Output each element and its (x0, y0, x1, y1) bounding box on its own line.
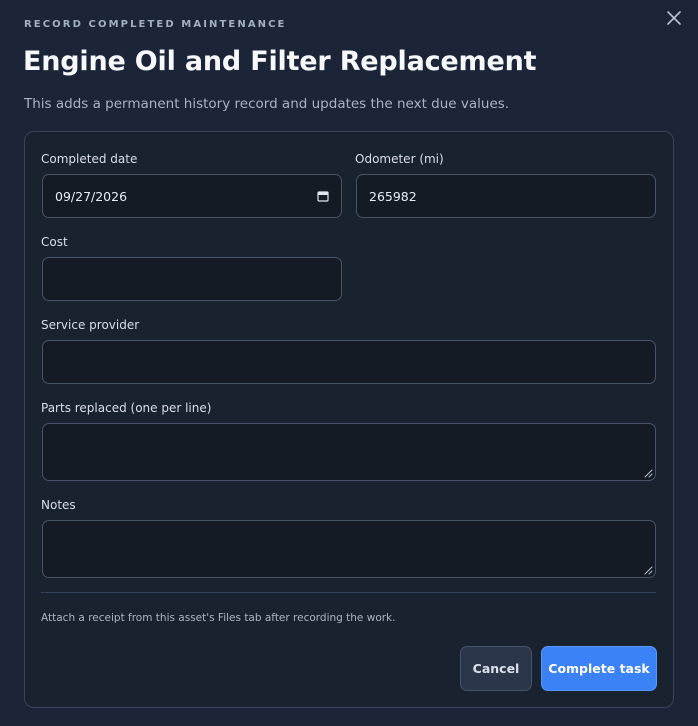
completed-date-input[interactable]: 09/27/2026 (42, 174, 342, 218)
completed-date-value: 09/27/2026 (55, 188, 128, 204)
close-button[interactable] (666, 10, 682, 26)
close-icon (667, 11, 681, 25)
complete-maintenance-dialog: RECORD COMPLETED MAINTENANCE Engine Oil … (0, 0, 698, 726)
cancel-button[interactable]: Cancel (460, 646, 532, 691)
completed-date-label: Completed date (41, 152, 138, 166)
cost-label: Cost (41, 235, 68, 249)
receipt-hint: Attach a receipt from this asset's Files… (41, 612, 396, 624)
divider (41, 592, 656, 593)
complete-task-button[interactable]: Complete task (541, 646, 657, 691)
parts-replaced-label: Parts replaced (one per line) (41, 401, 212, 415)
form-panel: Completed date 09/27/2026 Odometer (mi) … (24, 131, 674, 708)
calendar-icon[interactable] (317, 190, 329, 202)
notes-textarea[interactable] (42, 520, 656, 578)
odometer-value: 265982 (369, 188, 417, 204)
dialog-subtitle: This adds a permanent history record and… (24, 96, 510, 112)
dialog-eyebrow: RECORD COMPLETED MAINTENANCE (24, 19, 287, 30)
service-provider-input[interactable] (42, 340, 656, 384)
odometer-input[interactable]: 265982 (356, 174, 656, 218)
parts-replaced-textarea[interactable] (42, 423, 656, 481)
dialog-title: Engine Oil and Filter Replacement (23, 46, 537, 77)
service-provider-label: Service provider (41, 318, 140, 332)
notes-label: Notes (41, 498, 76, 512)
resize-handle-icon[interactable] (644, 566, 653, 575)
cost-input[interactable] (42, 257, 342, 301)
odometer-label: Odometer (mi) (355, 152, 444, 166)
resize-handle-icon[interactable] (644, 469, 653, 478)
